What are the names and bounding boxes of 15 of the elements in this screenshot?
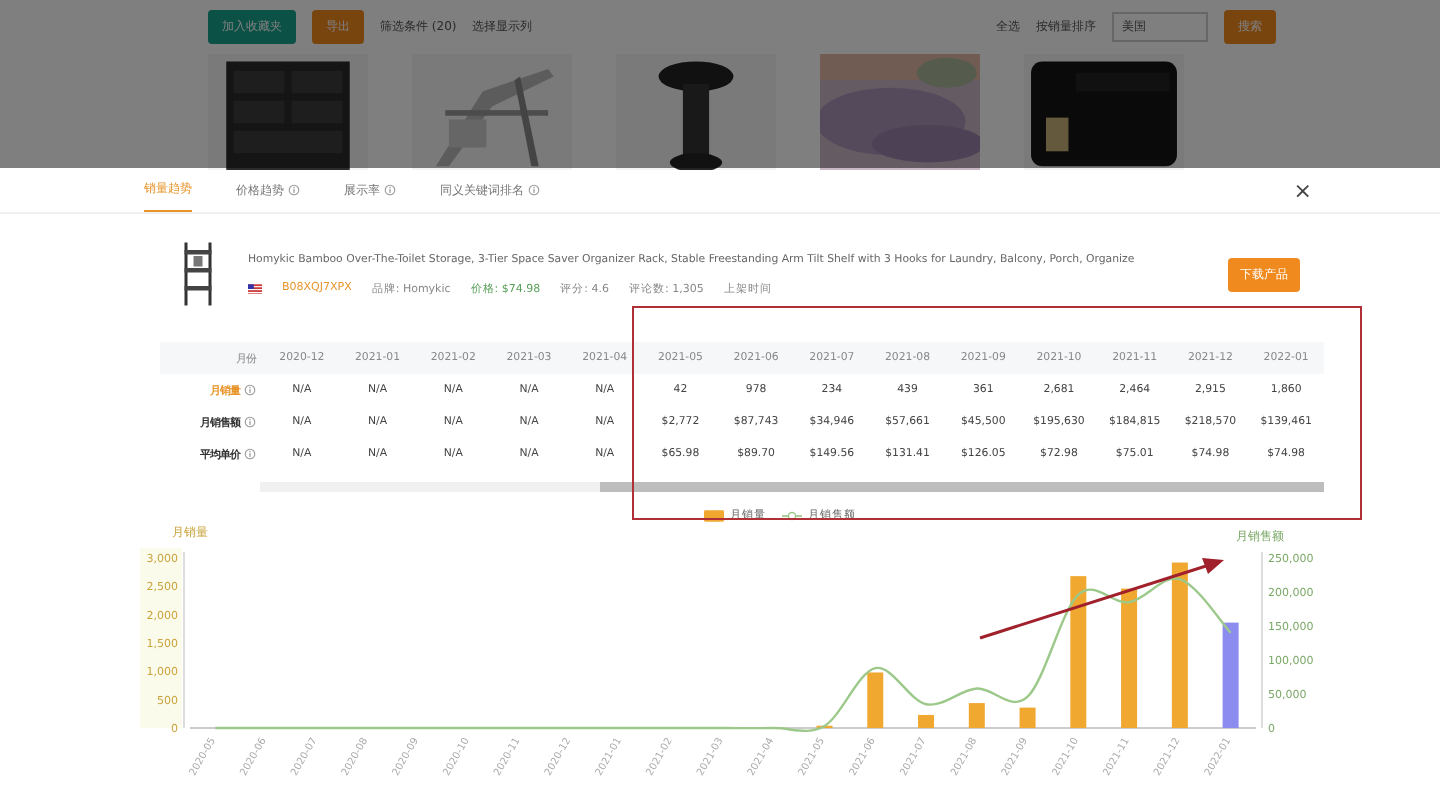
scrollbar[interactable] bbox=[260, 482, 1324, 492]
bar bbox=[1222, 622, 1239, 728]
bar bbox=[1121, 588, 1138, 728]
bar bbox=[1019, 707, 1036, 728]
info-icon bbox=[244, 448, 256, 460]
info-icon bbox=[384, 184, 396, 196]
bar bbox=[867, 672, 884, 728]
bar bbox=[918, 714, 935, 728]
info-icon bbox=[244, 384, 256, 396]
info-icon bbox=[528, 184, 540, 196]
info-icon bbox=[288, 184, 300, 196]
info-icon bbox=[244, 416, 256, 428]
flag-icon bbox=[248, 283, 262, 293]
bar bbox=[968, 703, 985, 728]
close-button[interactable]: × bbox=[1293, 177, 1312, 203]
